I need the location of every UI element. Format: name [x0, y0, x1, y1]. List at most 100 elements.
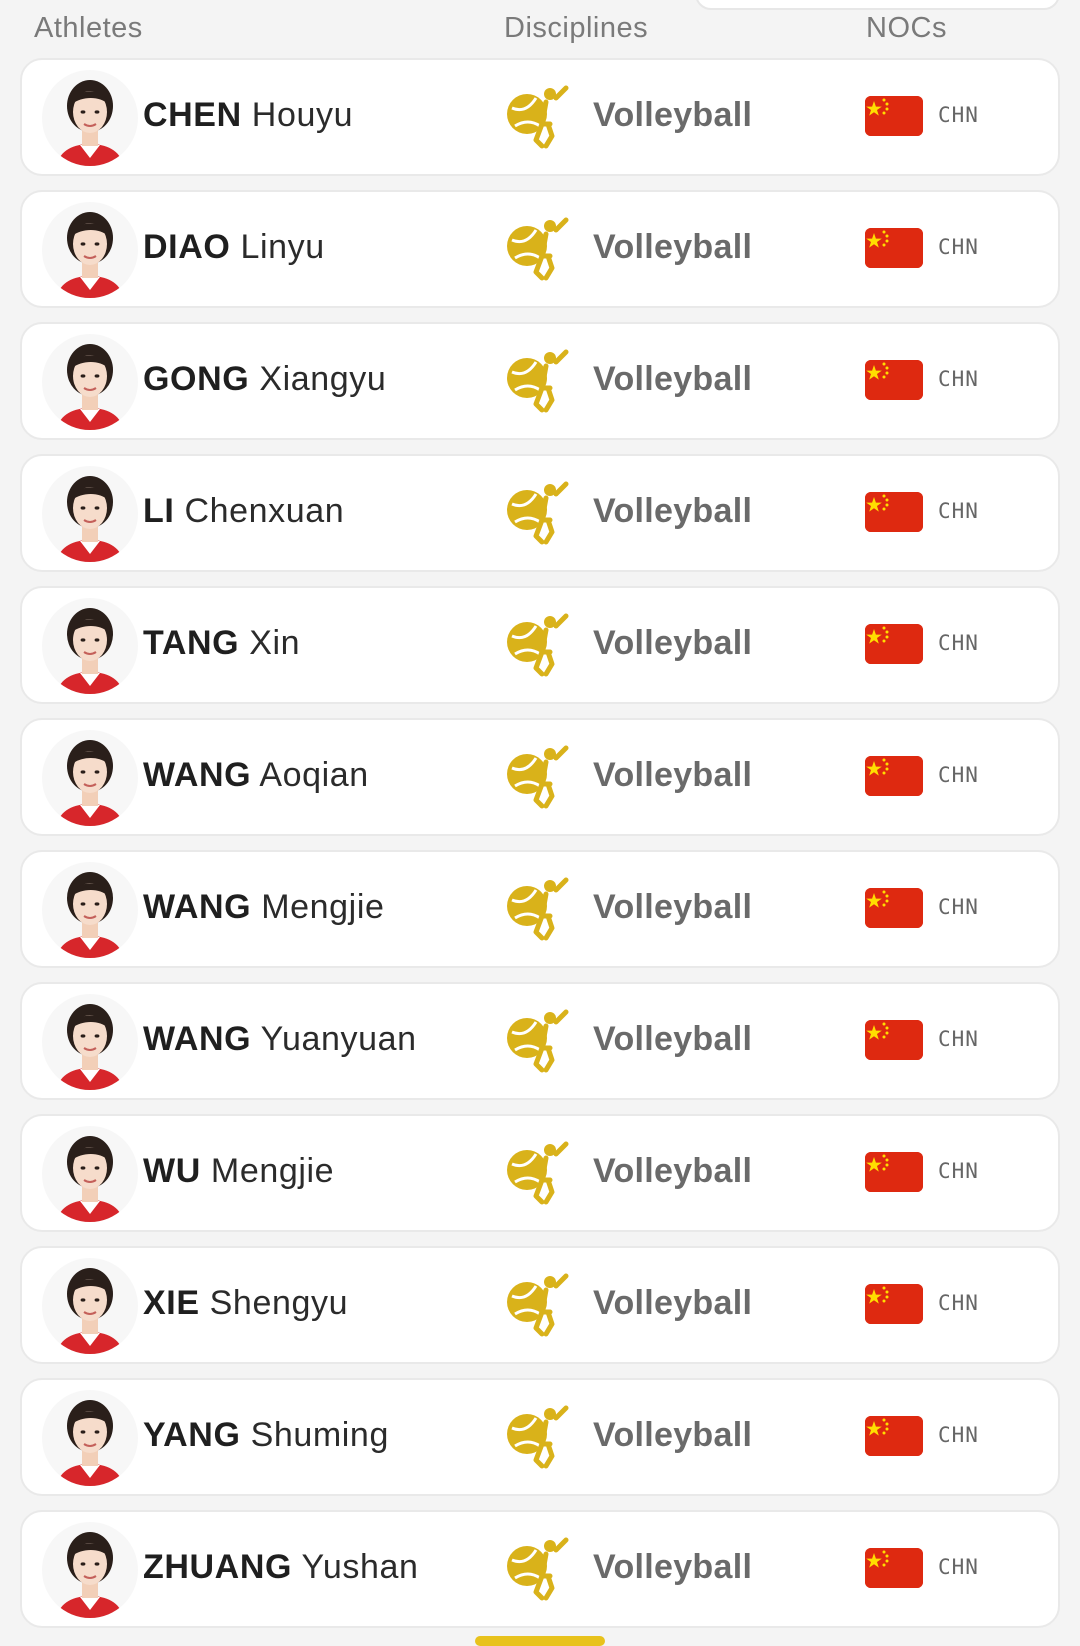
- athlete-row[interactable]: XIE Shengyu Volleyball CHN: [20, 1246, 1060, 1364]
- discipline-label[interactable]: Volleyball: [593, 492, 752, 531]
- noc-code: CHN: [938, 1159, 979, 1183]
- noc-code: CHN: [938, 1291, 979, 1315]
- athlete-row[interactable]: DIAO Linyu Volleyball CHN: [20, 190, 1060, 308]
- column-header-nocs[interactable]: NOCs: [866, 12, 947, 45]
- noc-code: CHN: [938, 1027, 979, 1051]
- athlete-avatar: [42, 466, 138, 562]
- column-header-disciplines[interactable]: Disciplines: [504, 12, 648, 45]
- athlete-avatar: [42, 1522, 138, 1618]
- china-flag-icon: [865, 492, 923, 532]
- athlete-surname: LI: [143, 492, 175, 530]
- athlete-given-name: Xin: [249, 624, 301, 662]
- volleyball-pictogram-icon: [506, 84, 570, 150]
- athlete-name[interactable]: ZHUANG Yushan: [143, 1548, 419, 1587]
- athlete-surname: ZHUANG: [143, 1548, 293, 1586]
- athlete-row[interactable]: YANG Shuming Volleyball CHN: [20, 1378, 1060, 1496]
- athlete-avatar: [42, 862, 138, 958]
- noc-code: CHN: [938, 1423, 979, 1447]
- athlete-name[interactable]: WANG Yuanyuan: [143, 1020, 417, 1059]
- noc-code: CHN: [938, 631, 979, 655]
- volleyball-pictogram-icon: [506, 216, 570, 282]
- athlete-given-name: Houyu: [251, 96, 354, 134]
- athlete-avatar: [42, 1126, 138, 1222]
- athlete-name[interactable]: TANG Xin: [143, 624, 300, 663]
- athlete-name[interactable]: WU Mengjie: [143, 1152, 334, 1191]
- athlete-given-name: Shuming: [250, 1416, 389, 1454]
- discipline-label[interactable]: Volleyball: [593, 1548, 752, 1587]
- china-flag-icon: [865, 1020, 923, 1060]
- athlete-row[interactable]: TANG Xin Volleyball CHN: [20, 586, 1060, 704]
- discipline-label[interactable]: Volleyball: [593, 888, 752, 927]
- athlete-name[interactable]: YANG Shuming: [143, 1416, 389, 1455]
- athlete-row[interactable]: CHEN Houyu Volleyball CHN: [20, 58, 1060, 176]
- athlete-row[interactable]: GONG Xiangyu Volleyball CHN: [20, 322, 1060, 440]
- athlete-surname: DIAO: [143, 228, 231, 266]
- athlete-row[interactable]: WANG Yuanyuan Volleyball CHN: [20, 982, 1060, 1100]
- athlete-name[interactable]: WANG Aoqian: [143, 756, 369, 795]
- volleyball-pictogram-icon: [506, 744, 570, 810]
- athlete-given-name: Chenxuan: [184, 492, 345, 530]
- column-header-athletes[interactable]: Athletes: [34, 12, 143, 45]
- discipline-label[interactable]: Volleyball: [593, 1020, 752, 1059]
- discipline-label[interactable]: Volleyball: [593, 228, 752, 267]
- athlete-surname: XIE: [143, 1284, 200, 1322]
- discipline-label[interactable]: Volleyball: [593, 1416, 752, 1455]
- athlete-avatar: [42, 598, 138, 694]
- noc-code: CHN: [938, 235, 979, 259]
- china-flag-icon: [865, 96, 923, 136]
- athlete-given-name: Linyu: [240, 228, 325, 266]
- athlete-given-name: Mengjie: [261, 888, 385, 926]
- volleyball-pictogram-icon: [506, 1008, 570, 1074]
- noc-code: CHN: [938, 1555, 979, 1579]
- china-flag-icon: [865, 1284, 923, 1324]
- athlete-row[interactable]: LI Chenxuan Volleyball CHN: [20, 454, 1060, 572]
- athlete-row[interactable]: ZHUANG Yushan Volleyball CHN: [20, 1510, 1060, 1628]
- discipline-label[interactable]: Volleyball: [593, 1284, 752, 1323]
- athlete-given-name: Mengjie: [210, 1152, 335, 1190]
- athlete-surname: CHEN: [143, 96, 242, 134]
- discipline-label[interactable]: Volleyball: [593, 96, 752, 135]
- athlete-surname: WANG: [143, 756, 252, 794]
- athlete-list: CHEN Houyu Volleyball CHN DIAO Linyu Vol…: [20, 58, 1060, 1642]
- noc-code: CHN: [938, 763, 979, 787]
- noc-code: CHN: [938, 103, 979, 127]
- athlete-row[interactable]: WU Mengjie Volleyball CHN: [20, 1114, 1060, 1232]
- athlete-given-name: Shengyu: [209, 1284, 349, 1322]
- china-flag-icon: [865, 1416, 923, 1456]
- athlete-name[interactable]: WANG Mengjie: [143, 888, 385, 927]
- noc-code: CHN: [938, 367, 979, 391]
- bottom-accent-bar: [475, 1636, 605, 1646]
- discipline-label[interactable]: Volleyball: [593, 360, 752, 399]
- noc-code: CHN: [938, 895, 979, 919]
- discipline-label[interactable]: Volleyball: [593, 624, 752, 663]
- athlete-name[interactable]: GONG Xiangyu: [143, 360, 386, 399]
- athlete-row[interactable]: WANG Aoqian Volleyball CHN: [20, 718, 1060, 836]
- discipline-label[interactable]: Volleyball: [593, 1152, 752, 1191]
- athlete-avatar: [42, 202, 138, 298]
- china-flag-icon: [865, 624, 923, 664]
- china-flag-icon: [865, 1548, 923, 1588]
- list-header: Athletes Disciplines NOCs: [0, 0, 1080, 58]
- volleyball-pictogram-icon: [506, 612, 570, 678]
- athlete-avatar: [42, 334, 138, 430]
- athlete-name[interactable]: XIE Shengyu: [143, 1284, 348, 1323]
- discipline-label[interactable]: Volleyball: [593, 756, 752, 795]
- volleyball-pictogram-icon: [506, 1404, 570, 1470]
- volleyball-pictogram-icon: [506, 876, 570, 942]
- volleyball-pictogram-icon: [506, 1536, 570, 1602]
- athlete-avatar: [42, 1390, 138, 1486]
- volleyball-pictogram-icon: [506, 480, 570, 546]
- athlete-avatar: [42, 730, 138, 826]
- athlete-name[interactable]: CHEN Houyu: [143, 96, 353, 135]
- noc-code: CHN: [938, 499, 979, 523]
- athlete-surname: WU: [143, 1152, 201, 1190]
- athlete-row[interactable]: WANG Mengjie Volleyball CHN: [20, 850, 1060, 968]
- athlete-avatar: [42, 994, 138, 1090]
- athlete-avatar: [42, 70, 138, 166]
- athlete-name[interactable]: LI Chenxuan: [143, 492, 344, 531]
- athlete-name[interactable]: DIAO Linyu: [143, 228, 325, 267]
- china-flag-icon: [865, 228, 923, 268]
- athlete-given-name: Xiangyu: [259, 360, 387, 398]
- athlete-given-name: Yushan: [301, 1548, 419, 1586]
- volleyball-pictogram-icon: [506, 348, 570, 414]
